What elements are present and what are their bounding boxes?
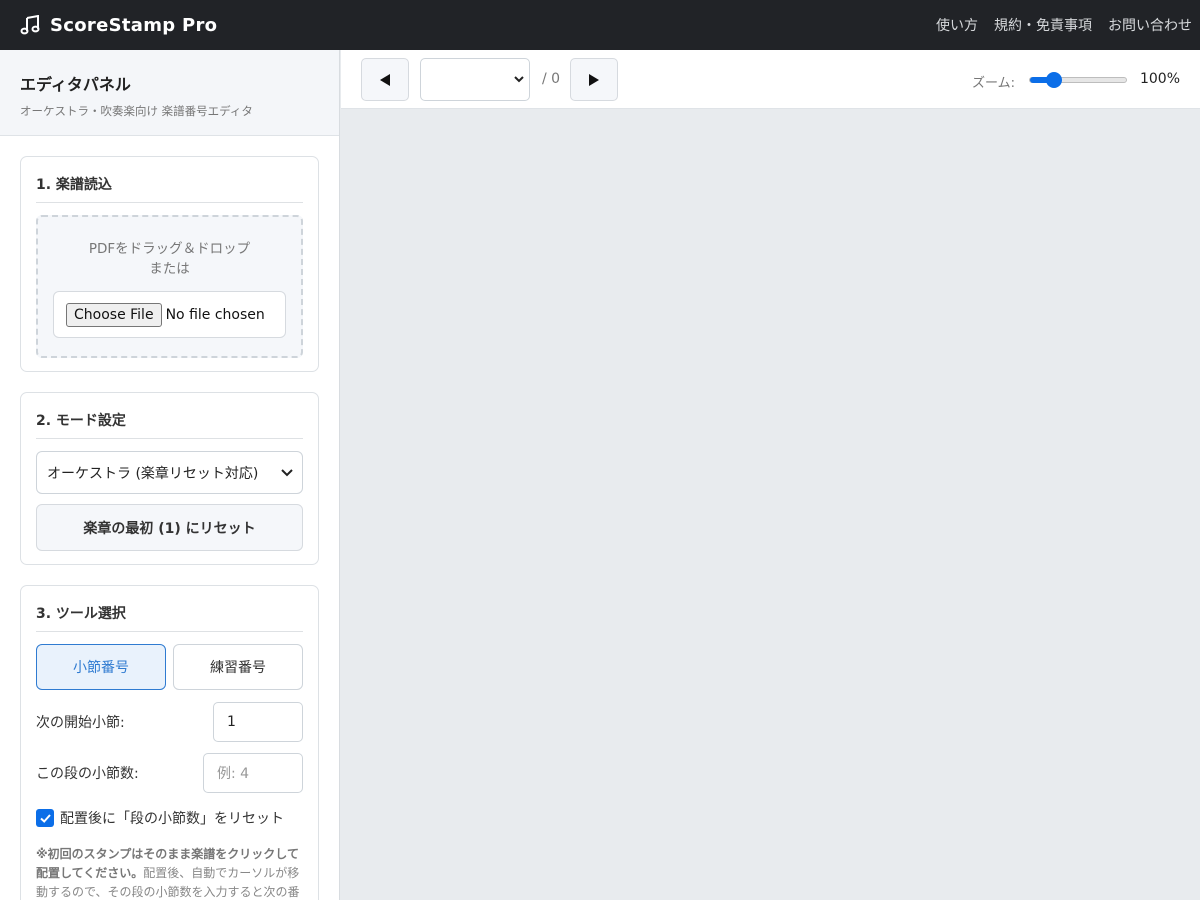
editor-sidebar: エディタパネル オーケストラ・吹奏楽向け 楽譜番号エディタ 1. 楽譜読込 PD… xyxy=(0,50,340,900)
triangle-left-icon xyxy=(380,73,390,86)
zoom-slider-thumb[interactable] xyxy=(1046,72,1062,88)
load-score-title: 1. 楽譜読込 xyxy=(36,157,303,203)
start-measure-row: 次の開始小節: 1 xyxy=(36,702,303,742)
brand[interactable]: ScoreStamp Pro xyxy=(20,15,217,36)
triangle-right-icon xyxy=(589,73,599,86)
chevron-down-icon xyxy=(514,76,524,83)
top-nav: 使い方 規約・免責事項 お問い合わせ xyxy=(936,0,1192,50)
sidebar-header: エディタパネル オーケストラ・吹奏楽向け 楽譜番号エディタ xyxy=(0,50,339,136)
dropzone-text: PDFをドラッグ＆ドロップ xyxy=(88,241,251,257)
tool-select-title: 3. ツール選択 xyxy=(36,586,303,632)
tool-rehearsal-mark-button[interactable]: 練習番号 xyxy=(173,644,303,690)
top-bar: ScoreStamp Pro 使い方 規約・免責事項 お問い合わせ xyxy=(0,0,1200,50)
zoom-label: ズーム: xyxy=(972,76,1015,91)
reset-count-label: 配置後に「段の小節数」をリセット xyxy=(60,811,284,827)
mode-select-value: オーケストラ (楽章リセット対応) xyxy=(47,465,259,482)
nav-link-contact[interactable]: お問い合わせ xyxy=(1108,15,1192,35)
viewer-toolbar: / 0 ズーム: 100% xyxy=(341,50,1200,109)
measure-count-row: この段の小節数: 例: 4 xyxy=(36,753,303,793)
zoom-value: 100% xyxy=(1139,71,1180,87)
mode-settings-title: 2. モード設定 xyxy=(36,393,303,439)
load-score-card: 1. 楽譜読込 PDFをドラッグ＆ドロップ または Choose File No… xyxy=(20,156,319,372)
reset-count-option: 配置後に「段の小節数」をリセット xyxy=(36,808,303,828)
start-measure-input[interactable]: 1 xyxy=(213,702,303,742)
chevron-down-icon xyxy=(281,469,293,477)
prev-page-button[interactable] xyxy=(361,58,409,101)
reset-count-checkbox[interactable] xyxy=(36,809,54,827)
measure-count-label: この段の小節数: xyxy=(36,766,139,782)
usage-note: ※初回のスタンプはそのまま楽譜をクリックして配置してください。配置後、自動でカー… xyxy=(36,845,303,900)
start-measure-label: 次の開始小節: xyxy=(36,715,125,731)
page-total: / 0 xyxy=(542,71,561,87)
score-canvas[interactable] xyxy=(341,110,1200,900)
nav-link-terms[interactable]: 規約・免責事項 xyxy=(994,15,1092,35)
choose-file-button[interactable]: Choose File xyxy=(66,302,162,327)
mode-settings-card: 2. モード設定 オーケストラ (楽章リセット対応) 楽章の最初 (1) にリセ… xyxy=(20,392,319,565)
sidebar-title: エディタパネル xyxy=(20,75,131,94)
reset-movement-button[interactable]: 楽章の最初 (1) にリセット xyxy=(36,504,303,551)
dropzone-or-text: または xyxy=(149,261,190,277)
zoom-slider[interactable] xyxy=(1029,72,1127,88)
page-select[interactable] xyxy=(420,58,530,101)
tool-measure-number-button[interactable]: 小節番号 xyxy=(36,644,166,690)
nav-link-howto[interactable]: 使い方 xyxy=(936,15,978,35)
sidebar-subtitle: オーケストラ・吹奏楽向け 楽譜番号エディタ xyxy=(20,104,253,118)
pdf-dropzone[interactable]: PDFをドラッグ＆ドロップ または Choose File No file ch… xyxy=(36,215,303,358)
file-input[interactable]: Choose File No file chosen xyxy=(53,291,286,338)
checkmark-icon xyxy=(39,813,51,823)
file-status: No file chosen xyxy=(165,306,265,323)
tool-select-card: 3. ツール選択 小節番号 練習番号 次の開始小節: 1 この段の小節数: 例:… xyxy=(20,585,319,900)
tool-buttons: 小節番号 練習番号 xyxy=(36,644,303,690)
app-title: ScoreStamp Pro xyxy=(50,14,218,36)
music-note-icon xyxy=(20,15,40,35)
mode-select[interactable]: オーケストラ (楽章リセット対応) xyxy=(36,451,303,494)
measure-count-input[interactable]: 例: 4 xyxy=(203,753,303,793)
next-page-button[interactable] xyxy=(570,58,618,101)
